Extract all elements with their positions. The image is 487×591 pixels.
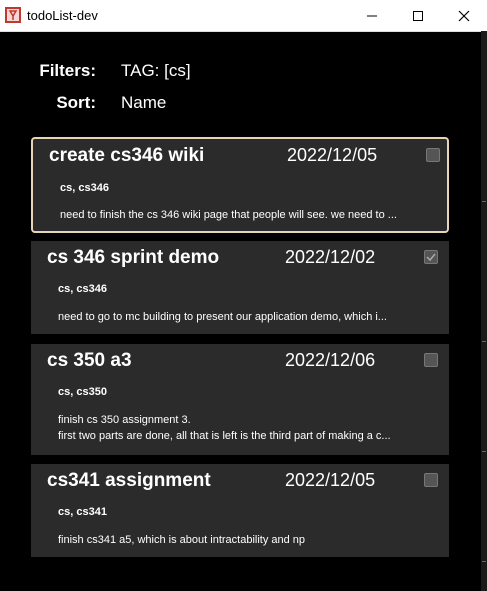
task-tags: cs, cs350 — [58, 386, 107, 398]
task-checkbox[interactable] — [424, 353, 438, 367]
task-description: finish cs341 a5, which is about intracta… — [58, 532, 428, 548]
title-bar: todoList-dev — [0, 0, 487, 32]
task-checkbox[interactable] — [424, 473, 438, 487]
task-description-line: finish cs341 a5, which is about intracta… — [58, 534, 306, 546]
task-description: need to go to mc building to present our… — [58, 309, 428, 325]
maximize-icon — [413, 11, 423, 21]
task-description-line: need to go to mc building to present our… — [58, 311, 387, 323]
close-button[interactable] — [441, 0, 487, 31]
task-date: 2022/12/05 — [287, 145, 378, 165]
task-tags: cs, cs346 — [60, 182, 109, 194]
task-card[interactable]: cs 346 sprint demo 2022/12/02 cs, cs346 … — [31, 241, 449, 334]
task-checkbox[interactable] — [426, 148, 440, 162]
task-checkbox[interactable] — [424, 250, 438, 264]
task-title: cs 350 a3 — [47, 350, 132, 371]
sort-label: Sort: — [56, 93, 96, 112]
task-description-line: need to finish the cs 346 wiki page that… — [60, 209, 397, 221]
filters-label: Filters: — [39, 61, 96, 80]
task-card[interactable]: create cs346 wiki 2022/12/05 cs, cs346 n… — [31, 137, 449, 233]
task-description: finish cs 350 assignment 3. first two pa… — [58, 412, 428, 444]
sort-value: Name — [121, 93, 167, 112]
task-tags: cs, cs341 — [58, 506, 107, 518]
task-tags: cs, cs346 — [58, 283, 107, 295]
task-title: create cs346 wiki — [49, 145, 205, 166]
task-date: 2022/12/06 — [285, 350, 376, 370]
minimize-icon — [367, 15, 377, 17]
maximize-button[interactable] — [395, 0, 441, 31]
task-description: need to finish the cs 346 wiki page that… — [60, 207, 430, 223]
task-date: 2022/12/05 — [285, 470, 376, 490]
minimize-button[interactable] — [349, 0, 395, 31]
task-title: cs 346 sprint demo — [47, 247, 220, 268]
task-description-line: finish cs 350 assignment 3. — [58, 414, 191, 426]
task-description-line: first two parts are done, all that is le… — [58, 430, 391, 442]
task-card[interactable]: cs 350 a3 2022/12/06 cs, cs350 finish cs… — [31, 344, 449, 455]
task-title: cs341 assignment — [47, 470, 211, 491]
filters-value: TAG: [cs] — [121, 61, 191, 80]
close-icon — [458, 10, 470, 22]
app-icon — [5, 7, 21, 23]
window-title: todoList-dev — [27, 8, 98, 23]
checkmark-icon — [426, 253, 436, 262]
task-card[interactable]: cs341 assignment 2022/12/05 cs, cs341 fi… — [31, 464, 449, 557]
task-date: 2022/12/02 — [285, 247, 376, 267]
background-window-edge — [481, 31, 487, 591]
